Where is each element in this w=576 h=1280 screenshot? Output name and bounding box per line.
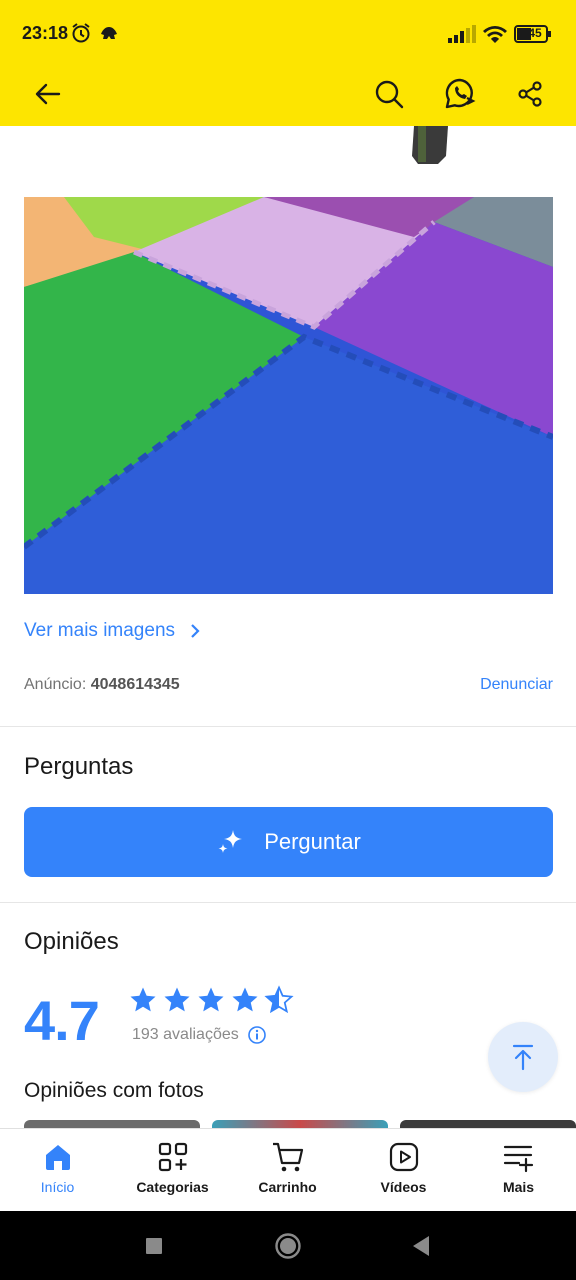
review-photos-title: Opiniões com fotos xyxy=(24,1079,204,1102)
video-icon xyxy=(389,1142,418,1172)
categories-icon xyxy=(158,1142,187,1172)
divider xyxy=(0,726,576,727)
see-more-images-link[interactable]: Ver mais imagens xyxy=(24,620,201,642)
home-icon xyxy=(45,1145,70,1170)
eva-mat-photo xyxy=(24,197,553,594)
whatsapp-icon xyxy=(445,78,476,109)
questions-title: Perguntas xyxy=(24,753,134,780)
rating-stars xyxy=(128,985,294,1015)
ad-label: Anúncio: xyxy=(24,676,87,693)
system-navigation-bar xyxy=(0,1211,576,1280)
star-full-icon xyxy=(232,987,258,1012)
more-menu-icon xyxy=(503,1145,533,1173)
info-icon[interactable] xyxy=(247,1025,267,1045)
notification-app-icon xyxy=(98,22,120,49)
ad-info-row: Anúncio: 4048614345 Denunciar xyxy=(24,676,553,698)
star-half-icon xyxy=(264,985,294,1014)
report-link[interactable]: Denunciar xyxy=(480,676,553,694)
arrow-up-icon xyxy=(512,1044,534,1071)
nav-item-more[interactable]: Mais xyxy=(461,1129,576,1212)
star-full-icon xyxy=(164,987,190,1012)
nav-label-home: Início xyxy=(40,1179,75,1195)
star-full-icon xyxy=(198,987,224,1012)
search-button[interactable] xyxy=(365,70,413,118)
status-bar: 23:18 45 xyxy=(0,0,576,62)
nav-label-categories: Categorias xyxy=(136,1179,209,1195)
ask-question-label: Perguntar xyxy=(264,829,361,854)
nav-item-cart[interactable]: Carrinho xyxy=(230,1129,345,1212)
ad-number: 4048614345 xyxy=(90,676,180,693)
alarm-icon xyxy=(70,22,92,49)
triangle-back-icon xyxy=(413,1235,429,1256)
nav-item-categories[interactable]: Categorias xyxy=(115,1129,230,1212)
home-system-button[interactable] xyxy=(258,1211,318,1280)
reviews-title: Opiniões xyxy=(24,928,119,955)
app-bar xyxy=(0,62,576,126)
scroll-to-top-button[interactable] xyxy=(488,1022,558,1092)
back-arrow-icon xyxy=(35,83,61,105)
recents-button[interactable] xyxy=(124,1211,184,1280)
nav-label-more: Mais xyxy=(502,1179,535,1195)
star-full-icon xyxy=(130,987,156,1012)
nav-label-cart: Carrinho xyxy=(258,1179,317,1195)
see-more-images-label: Ver mais imagens xyxy=(24,620,176,641)
chevron-right-icon xyxy=(191,624,200,638)
square-icon xyxy=(146,1237,162,1254)
search-icon xyxy=(375,80,404,109)
nav-item-videos[interactable]: Vídeos xyxy=(346,1129,461,1212)
status-time: 23:18 xyxy=(22,23,69,43)
divider xyxy=(0,902,576,903)
reviews-count: 193 avaliações xyxy=(132,1026,239,1043)
share-button[interactable] xyxy=(506,70,554,118)
bottom-navigation: Início Categorias Carrinho Vídeos Mais xyxy=(0,1128,576,1211)
product-image[interactable] xyxy=(24,197,553,594)
rating-value: 4.7 xyxy=(24,989,100,1052)
wifi-icon xyxy=(482,24,508,49)
whatsapp-share-button[interactable] xyxy=(436,70,484,118)
signal-icon xyxy=(448,25,476,48)
top-header: 23:18 45 xyxy=(0,0,576,126)
nav-label-videos: Vídeos xyxy=(380,1179,427,1195)
back-button[interactable] xyxy=(24,70,72,118)
battery-level: 45 xyxy=(528,26,542,40)
nav-item-home[interactable]: Início xyxy=(0,1129,115,1212)
circle-icon xyxy=(275,1232,301,1259)
ask-question-button[interactable]: Perguntar xyxy=(24,807,553,877)
previous-image-fragment xyxy=(408,126,454,166)
sparkle-icon xyxy=(218,830,243,853)
share-icon xyxy=(518,81,542,107)
cart-icon xyxy=(272,1142,303,1172)
back-system-button[interactable] xyxy=(391,1211,451,1280)
reviews-count-row: 193 avaliações xyxy=(132,1025,267,1045)
